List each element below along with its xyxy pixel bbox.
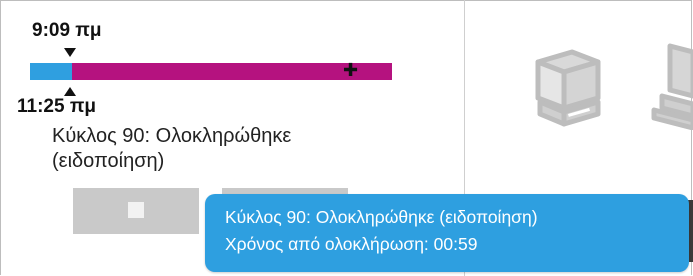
instrument-icon[interactable]: [524, 40, 606, 130]
cycle-status-line2: (ειδοποίηση): [52, 150, 165, 172]
progress-elapsed-fill: [30, 63, 72, 80]
cycle-progress-bar: [30, 63, 392, 80]
plus-icon: ✚: [343, 60, 359, 80]
end-marker-icon: [64, 87, 76, 96]
stop-button[interactable]: [73, 188, 199, 234]
tooltip-line2: Χρόνος από ολοκλήρωση: 00:59: [225, 234, 478, 254]
stop-square-icon: [128, 202, 144, 218]
cycle-tooltip: Κύκλος 90: Ολοκληρώθηκε (ειδοποίηση) Χρό…: [205, 194, 689, 272]
start-time-label: 9:09 πμ: [32, 20, 102, 41]
cycle-status-text: Κύκλος 90: Ολοκληρώθηκε (ειδοποίηση): [52, 124, 412, 174]
start-marker-icon: [64, 48, 76, 57]
workstation-icon[interactable]: [640, 38, 693, 130]
tooltip-line1: Κύκλος 90: Ολοκληρώθηκε (ειδοποίηση): [225, 207, 538, 227]
cycle-status-line1: Κύκλος 90: Ολοκληρώθηκε: [52, 125, 292, 147]
end-time-label: 11:25 πμ: [17, 96, 96, 117]
